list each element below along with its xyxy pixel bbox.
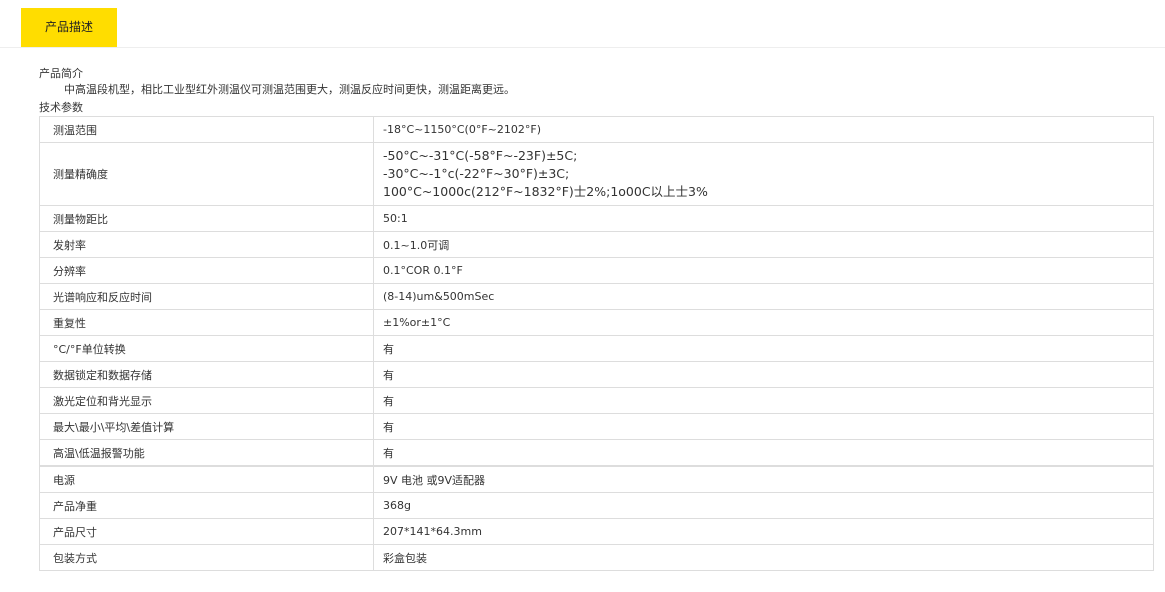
spec-value-line: -50°C~-31°C(-58°F~-23F)±5C; — [383, 148, 578, 163]
spec-value: 有 — [373, 387, 1154, 414]
table-row: 重复性 ±1%or±1°C — [39, 309, 1154, 336]
spec-label: 产品尺寸 — [39, 518, 374, 545]
spec-value: 0.1°COR 0.1°F — [373, 257, 1154, 284]
spec-value: 有 — [373, 413, 1154, 440]
spec-heading: 技术参数 — [39, 101, 83, 114]
table-row: 产品尺寸 207*141*64.3mm — [39, 518, 1154, 545]
table-row: 高温\低温报警功能 有 — [39, 439, 1154, 467]
spec-value-line: 100°C~1000c(212°F~1832°F)士2%;1o00C以上士3% — [383, 184, 708, 199]
spec-value: 368g — [373, 492, 1154, 519]
table-row: 光谱响应和反应时间 (8-14)um&500mSec — [39, 283, 1154, 310]
intro-text: 中高温段机型，相比工业型红外测温仪可测温范围更大，测温反应时间更快，测温距离更远… — [64, 83, 515, 96]
tab-product-description[interactable]: 产品描述 — [21, 8, 117, 47]
table-row: 测量精确度 -50°C~-31°C(-58°F~-23F)±5C; -30°C~… — [39, 142, 1154, 206]
spec-label: 最大\最小\平均\差值计算 — [39, 413, 374, 440]
spec-value: 207*141*64.3mm — [373, 518, 1154, 545]
spec-value: -50°C~-31°C(-58°F~-23F)±5C; -30°C~-1°c(-… — [373, 142, 1154, 206]
spec-label: 包装方式 — [39, 544, 374, 571]
spec-label: 分辨率 — [39, 257, 374, 284]
tab-bar: 产品描述 — [0, 0, 1165, 48]
table-row: 包装方式 彩盒包装 — [39, 544, 1154, 571]
table-row: 数据锁定和数据存储 有 — [39, 361, 1154, 388]
spec-label: 产品净重 — [39, 492, 374, 519]
spec-value: ±1%or±1°C — [373, 309, 1154, 336]
table-row: 测量物距比 50:1 — [39, 205, 1154, 232]
spec-value: 9V 电池 或9V适配器 — [373, 465, 1154, 493]
spec-value: 50:1 — [373, 205, 1154, 232]
spec-value: 有 — [373, 335, 1154, 362]
spec-value: 0.1~1.0可调 — [373, 231, 1154, 258]
table-row: 电源 9V 电池 或9V适配器 — [39, 465, 1154, 493]
spec-label: 测量物距比 — [39, 205, 374, 232]
spec-value: 有 — [373, 361, 1154, 388]
table-row: 发射率 0.1~1.0可调 — [39, 231, 1154, 258]
spec-value-line: -30°C~-1°c(-22°F~30°F)±3C; — [383, 166, 570, 181]
table-row: 分辨率 0.1°COR 0.1°F — [39, 257, 1154, 284]
spec-label: 高温\低温报警功能 — [39, 439, 374, 467]
spec-value: (8-14)um&500mSec — [373, 283, 1154, 310]
spec-label: 电源 — [39, 465, 374, 493]
table-row: 测温范围 -18°C~1150°C(0°F~2102°F) — [39, 116, 1154, 143]
spec-label: 发射率 — [39, 231, 374, 258]
table-row: °C/°F单位转换 有 — [39, 335, 1154, 362]
spec-label: 激光定位和背光显示 — [39, 387, 374, 414]
spec-label: 测量精确度 — [39, 142, 374, 206]
spec-table: 测温范围 -18°C~1150°C(0°F~2102°F) 测量精确度 -50°… — [39, 116, 1154, 571]
spec-label: 测温范围 — [39, 116, 374, 143]
spec-label: 重复性 — [39, 309, 374, 336]
table-row: 激光定位和背光显示 有 — [39, 387, 1154, 414]
spec-value: 彩盒包装 — [373, 544, 1154, 571]
table-row: 产品净重 368g — [39, 492, 1154, 519]
spec-label: 光谱响应和反应时间 — [39, 283, 374, 310]
spec-label: °C/°F单位转换 — [39, 335, 374, 362]
table-row: 最大\最小\平均\差值计算 有 — [39, 413, 1154, 440]
spec-label: 数据锁定和数据存储 — [39, 361, 374, 388]
spec-value: -18°C~1150°C(0°F~2102°F) — [373, 116, 1154, 143]
intro-heading: 产品简介 — [39, 67, 83, 80]
spec-value: 有 — [373, 439, 1154, 467]
